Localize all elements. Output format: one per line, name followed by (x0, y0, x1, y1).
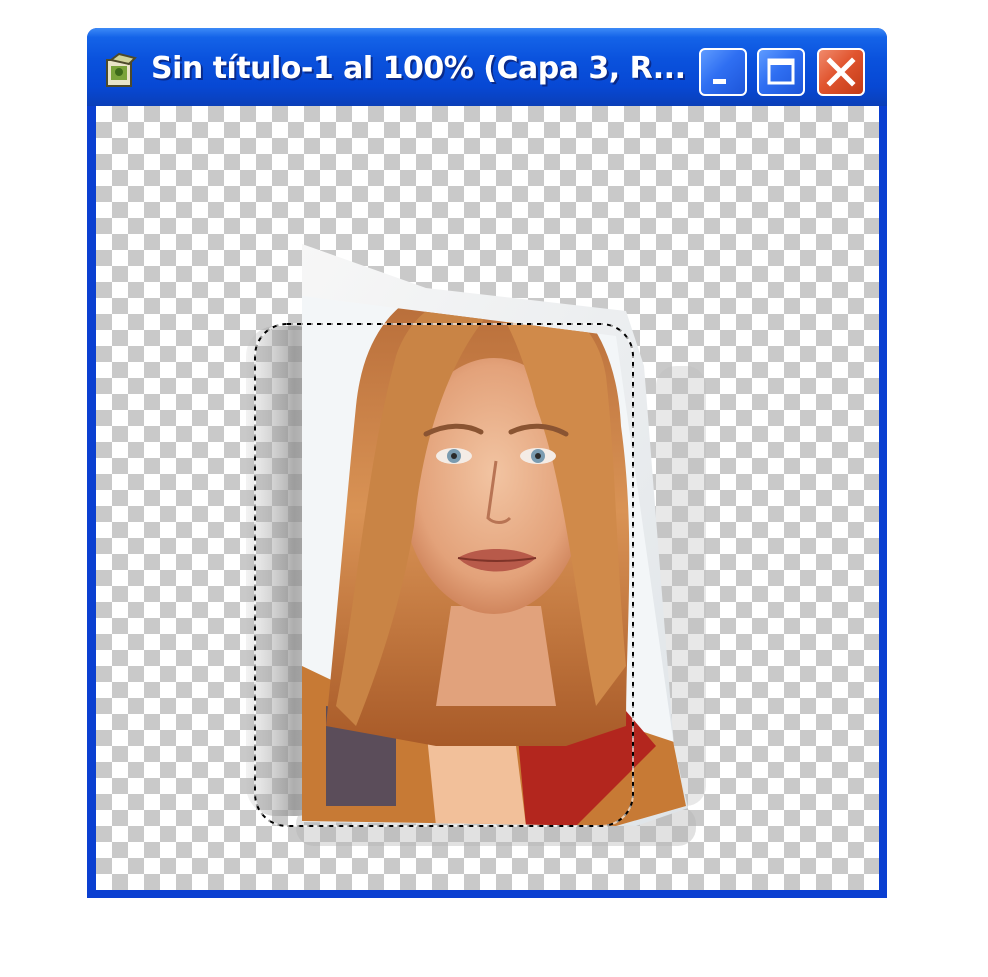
minimize-button[interactable] (699, 48, 747, 96)
close-icon (826, 57, 856, 87)
document-canvas[interactable] (96, 106, 879, 890)
maximize-button[interactable] (757, 48, 805, 96)
title-bar[interactable]: Sin título-1 al 100% (Capa 3, R... (87, 28, 887, 106)
minimize-icon (713, 79, 726, 84)
window-title: Sin título-1 al 100% (Capa 3, R... (151, 51, 686, 86)
close-button[interactable] (817, 48, 865, 96)
maximize-icon (767, 58, 795, 85)
photoshop-document-icon (106, 52, 137, 87)
document-window: Sin título-1 al 100% (Capa 3, R... (87, 28, 887, 898)
layer-artwork (246, 244, 706, 846)
